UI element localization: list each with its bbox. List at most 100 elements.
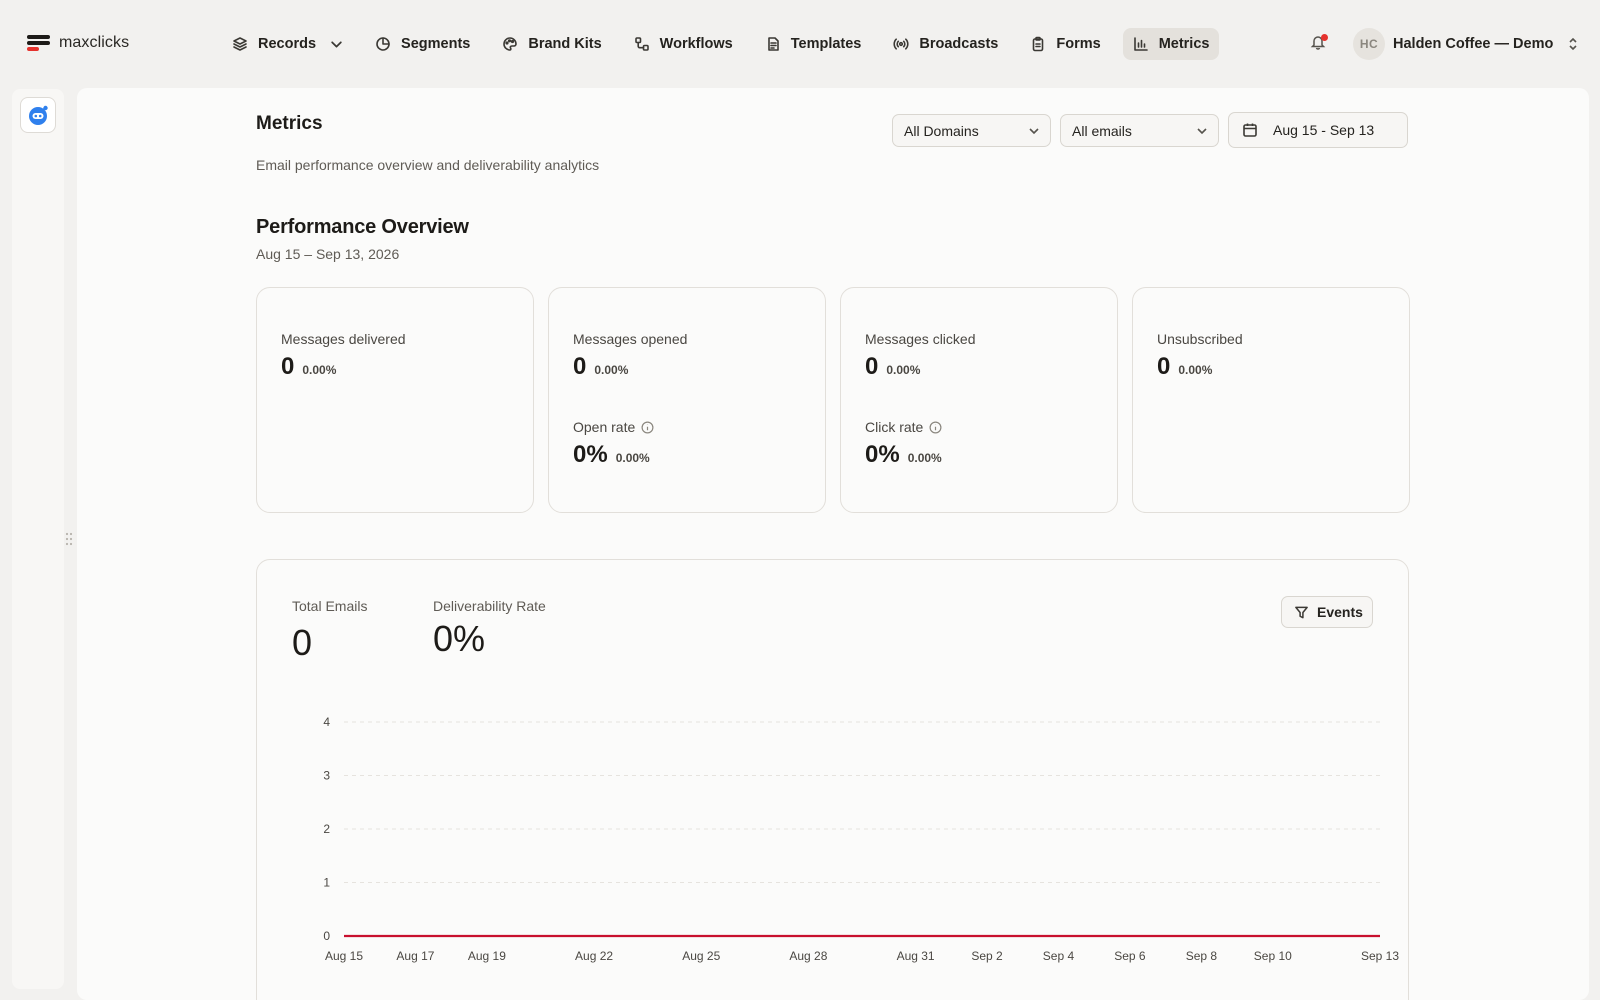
info-icon[interactable] [641,421,654,434]
emails-filter-select[interactable]: All emails [1060,114,1219,147]
panel-resize-handle[interactable] [65,532,73,546]
main-nav: Records Segments Brand Kits Workflows Te… [222,28,1231,60]
avatar: HC [1353,28,1385,60]
total-emails-value: 0 [292,622,313,663]
x-tick-label: Aug 25 [682,949,720,963]
x-tick-label: Aug 28 [789,949,827,963]
metric-value-row: 0 0.00% [573,353,628,381]
nav-item-broadcasts[interactable]: Broadcasts [883,28,1008,60]
metric-label: Unsubscribed [1157,331,1243,347]
chevron-up-down-icon [1567,37,1579,51]
nav-item-brand-kits[interactable]: Brand Kits [492,28,611,60]
metric-label: Messages opened [573,331,688,347]
metric-value-row: 0 0.00% [1157,353,1212,381]
deliverability-rate-value: 0% [433,618,486,659]
chevron-down-icon [331,40,342,48]
metric-label: Messages delivered [281,331,406,347]
metric-percent: 0.00% [594,363,629,377]
events-button-label: Events [1317,604,1363,620]
palette-icon [503,37,518,51]
account-switcher[interactable]: HC Halden Coffee — Demo [1353,28,1579,60]
metric-value: 0 [281,353,295,380]
click-rate-value: 0% [865,441,900,468]
metric-percent: 0.00% [302,363,337,377]
open-rate-percent: 0.00% [615,451,650,465]
chevron-down-icon [1197,128,1207,135]
x-tick-label: Aug 31 [897,949,935,963]
click-rate-percent: 0.00% [907,451,942,465]
x-tick-label: Aug 19 [468,949,506,963]
date-range-value: Aug 15 - Sep 13 [1273,122,1375,138]
open-rate-value-row: 0% 0.00% [573,441,650,469]
page-title: Metrics [256,113,323,134]
y-tick-label: 1 [323,876,330,890]
assistant-bot-button[interactable] [20,97,56,133]
y-tick-label: 2 [323,822,330,836]
document-icon [767,37,779,51]
nav-item-segments[interactable]: Segments [365,28,480,60]
x-tick-label: Sep 10 [1254,949,1292,963]
domain-filter-select[interactable]: All Domains [892,114,1051,147]
chevron-down-icon [1029,128,1039,135]
x-tick-label: Sep 6 [1114,949,1146,963]
layers-icon [233,37,247,51]
broadcast-icon [893,38,909,50]
pie-chart-icon [376,37,390,51]
metric-card-clicked: Messages clicked 0 0.00% Click rate 0% 0… [840,287,1118,513]
grip-dots-icon [65,532,73,546]
nav-item-metrics[interactable]: Metrics [1122,28,1220,60]
click-rate-label-row: Click rate [865,419,942,435]
brand-name: maxclicks [59,34,130,51]
x-tick-label: Aug 17 [396,949,434,963]
nav-item-templates[interactable]: Templates [755,28,872,60]
x-tick-label: Sep 4 [1043,949,1075,963]
domain-filter-value: All Domains [904,122,979,139]
section-title: Performance Overview [256,216,469,238]
nav-item-label: Forms [1056,36,1101,52]
workflow-icon [634,37,649,51]
click-rate-label: Click rate [865,419,924,435]
x-tick-label: Aug 15 [325,949,363,963]
info-icon[interactable] [929,421,942,434]
bot-icon [29,105,48,125]
account-name: Halden Coffee — Demo [1393,36,1554,52]
nav-item-workflows[interactable]: Workflows [624,28,743,60]
clipboard-icon [1033,36,1044,52]
y-tick-label: 4 [323,715,330,729]
metric-percent: 0.00% [886,363,921,377]
metric-value: 0 [865,353,879,380]
page-subtitle: Email performance overview and deliverab… [256,157,600,173]
y-tick-label: 0 [323,929,330,943]
nav-item-label: Records [258,36,317,52]
filter-icon [1295,606,1308,618]
total-emails-label: Total Emails [292,598,368,614]
nav-item-label: Brand Kits [528,36,602,52]
metric-value-row: 0 0.00% [865,353,920,381]
open-rate-label-row: Open rate [573,419,654,435]
top-navigation-bar: maxclicks Records Segments Brand Kits Wo… [0,0,1600,88]
open-rate-value: 0% [573,441,608,468]
click-rate-value-row: 0% 0.00% [865,441,942,469]
notifications-button[interactable] [1310,34,1330,54]
brand-logo[interactable]: maxclicks [27,33,129,53]
x-tick-label: Sep 2 [971,949,1003,963]
nav-item-label: Metrics [1158,36,1210,52]
section-date-range: Aug 15 – Sep 13, 2026 [256,246,400,262]
metric-value: 0 [573,353,587,380]
deliverability-line-chart: 0 1 2 3 4 Aug 15 Aug 17 Aug 19 Aug 22 Aug 25 Aug 2… [323,715,1399,963]
emails-filter-value: All emails [1072,122,1132,139]
metric-percent: 0.00% [1178,363,1213,377]
metric-value-row: 0 0.00% [281,353,336,381]
nav-item-forms[interactable]: Forms [1020,28,1110,60]
metric-label: Messages clicked [865,331,976,347]
y-tick-label: 3 [323,769,330,783]
date-range-picker[interactable]: Aug 15 - Sep 13 [1228,112,1408,148]
deliverability-rate-label: Deliverability Rate [433,598,546,614]
metric-value: 0 [1157,353,1171,380]
bar-chart-icon [1133,37,1148,51]
metric-card-delivered: Messages delivered 0 0.00% [256,287,534,513]
nav-item-records[interactable]: Records [222,28,353,60]
metric-card-unsubscribed: Unsubscribed 0 0.00% [1132,287,1410,513]
calendar-icon [1243,123,1257,137]
events-filter-button[interactable]: Events [1281,596,1373,628]
